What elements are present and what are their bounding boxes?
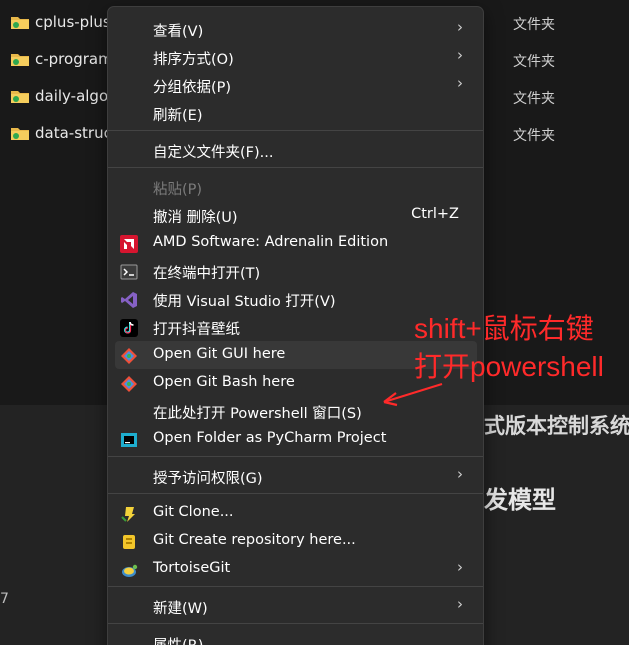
file-name: data-struc <box>35 124 112 142</box>
pycharm-icon <box>121 433 137 447</box>
chevron-right-icon: › <box>457 18 463 36</box>
menu-item-label: Git Clone... <box>153 504 234 520</box>
menu-item-label: TortoiseGit <box>153 560 231 576</box>
chevron-right-icon: › <box>457 595 463 613</box>
shortcut-label: Ctrl+Z <box>411 206 459 222</box>
menu-item-amd-software[interactable]: AMD Software: Adrenalin Edition <box>115 229 477 257</box>
folder-icon <box>11 91 29 103</box>
preview-subheading: 发模型 <box>484 486 556 514</box>
annotation-line-2: 打开powershell <box>414 351 604 382</box>
file-type: 文件夹 <box>513 54 555 70</box>
menu-item-label: 打开抖音壁纸 <box>153 322 240 338</box>
menu-separator <box>108 623 483 624</box>
chevron-right-icon: › <box>457 465 463 483</box>
menu-item-undo-delete[interactable]: 撤消 删除(U) Ctrl+Z <box>115 201 477 229</box>
menu-item-view[interactable]: 查看(V) › <box>115 15 477 43</box>
menu-item-label: 撤消 删除(U) <box>153 210 238 226</box>
menu-item-label: 在此处打开 Powershell 窗口(S) <box>153 406 362 422</box>
file-name: c-program <box>35 50 113 68</box>
menu-item-label: 属性(R) <box>153 634 203 645</box>
menu-item-customize-folder[interactable]: 自定义文件夹(F)... <box>115 136 477 164</box>
file-name: daily-algo <box>35 87 109 105</box>
menu-item-sort[interactable]: 排序方式(O) › <box>115 43 477 71</box>
git-gui-icon <box>121 348 137 364</box>
menu-item-git-create-repo[interactable]: Git Create repository here... <box>115 527 477 555</box>
amd-icon <box>120 235 138 253</box>
chevron-right-icon: › <box>457 74 463 92</box>
menu-separator <box>108 130 483 131</box>
menu-item-label: 刷新(E) <box>153 108 203 124</box>
menu-separator <box>108 493 483 494</box>
menu-item-git-clone[interactable]: Git Clone... <box>115 499 477 527</box>
menu-item-tortoisegit[interactable]: TortoiseGit › <box>115 555 477 583</box>
file-name: cplus-plus <box>35 13 111 31</box>
menu-item-properties[interactable]: 属性(R) <box>115 629 477 645</box>
menu-item-label: 在终端中打开(T) <box>153 266 261 282</box>
menu-item-grant-access[interactable]: 授予访问权限(G) › <box>115 462 477 490</box>
annotation-line-1: shift+鼠标右键 <box>414 313 594 344</box>
douyin-icon <box>120 319 138 337</box>
menu-item-group[interactable]: 分组依据(P) › <box>115 71 477 99</box>
folder-icon <box>11 54 29 66</box>
menu-item-label: 排序方式(O) <box>153 52 234 68</box>
menu-item-new[interactable]: 新建(W) › <box>115 592 477 620</box>
chevron-right-icon: › <box>457 558 463 576</box>
menu-separator <box>108 456 483 457</box>
git-clone-icon <box>121 507 135 522</box>
folder-icon <box>11 17 29 29</box>
preview-line-number: 7 <box>0 591 9 607</box>
menu-item-label: 授予访问权限(G) <box>153 471 263 487</box>
tortoisegit-icon <box>122 564 138 577</box>
menu-item-label: 查看(V) <box>153 24 204 40</box>
chevron-right-icon: › <box>457 46 463 64</box>
folder-icon <box>11 128 29 140</box>
menu-item-label: AMD Software: Adrenalin Edition <box>153 234 389 250</box>
menu-item-refresh[interactable]: 刷新(E) <box>115 99 477 127</box>
preview-heading: 式版本控制系统 <box>484 414 629 438</box>
menu-item-label: 分组依据(P) <box>153 80 232 96</box>
menu-separator <box>108 586 483 587</box>
menu-separator <box>108 167 483 168</box>
menu-item-paste: 粘贴(P) <box>115 173 477 201</box>
terminal-icon <box>120 264 138 280</box>
menu-item-pycharm[interactable]: Open Folder as PyCharm Project <box>115 425 477 453</box>
menu-item-open-terminal[interactable]: 在终端中打开(T) <box>115 257 477 285</box>
visual-studio-icon <box>121 292 137 308</box>
menu-item-label: Open Git Bash here <box>153 374 295 390</box>
git-bash-icon <box>121 376 137 392</box>
menu-item-label: 新建(W) <box>153 601 208 617</box>
menu-item-label: Open Folder as PyCharm Project <box>153 430 387 446</box>
menu-item-label: 自定义文件夹(F)... <box>153 145 274 161</box>
menu-item-label: Open Git GUI here <box>153 346 286 362</box>
annotation-arrow <box>383 382 443 407</box>
git-create-repo-icon <box>123 535 135 549</box>
file-type: 文件夹 <box>513 17 555 33</box>
menu-item-label: 粘贴(P) <box>153 182 203 198</box>
menu-item-label: Git Create repository here... <box>153 532 356 548</box>
menu-item-label: 使用 Visual Studio 打开(V) <box>153 294 336 310</box>
file-type: 文件夹 <box>513 91 555 107</box>
file-type: 文件夹 <box>513 128 555 144</box>
